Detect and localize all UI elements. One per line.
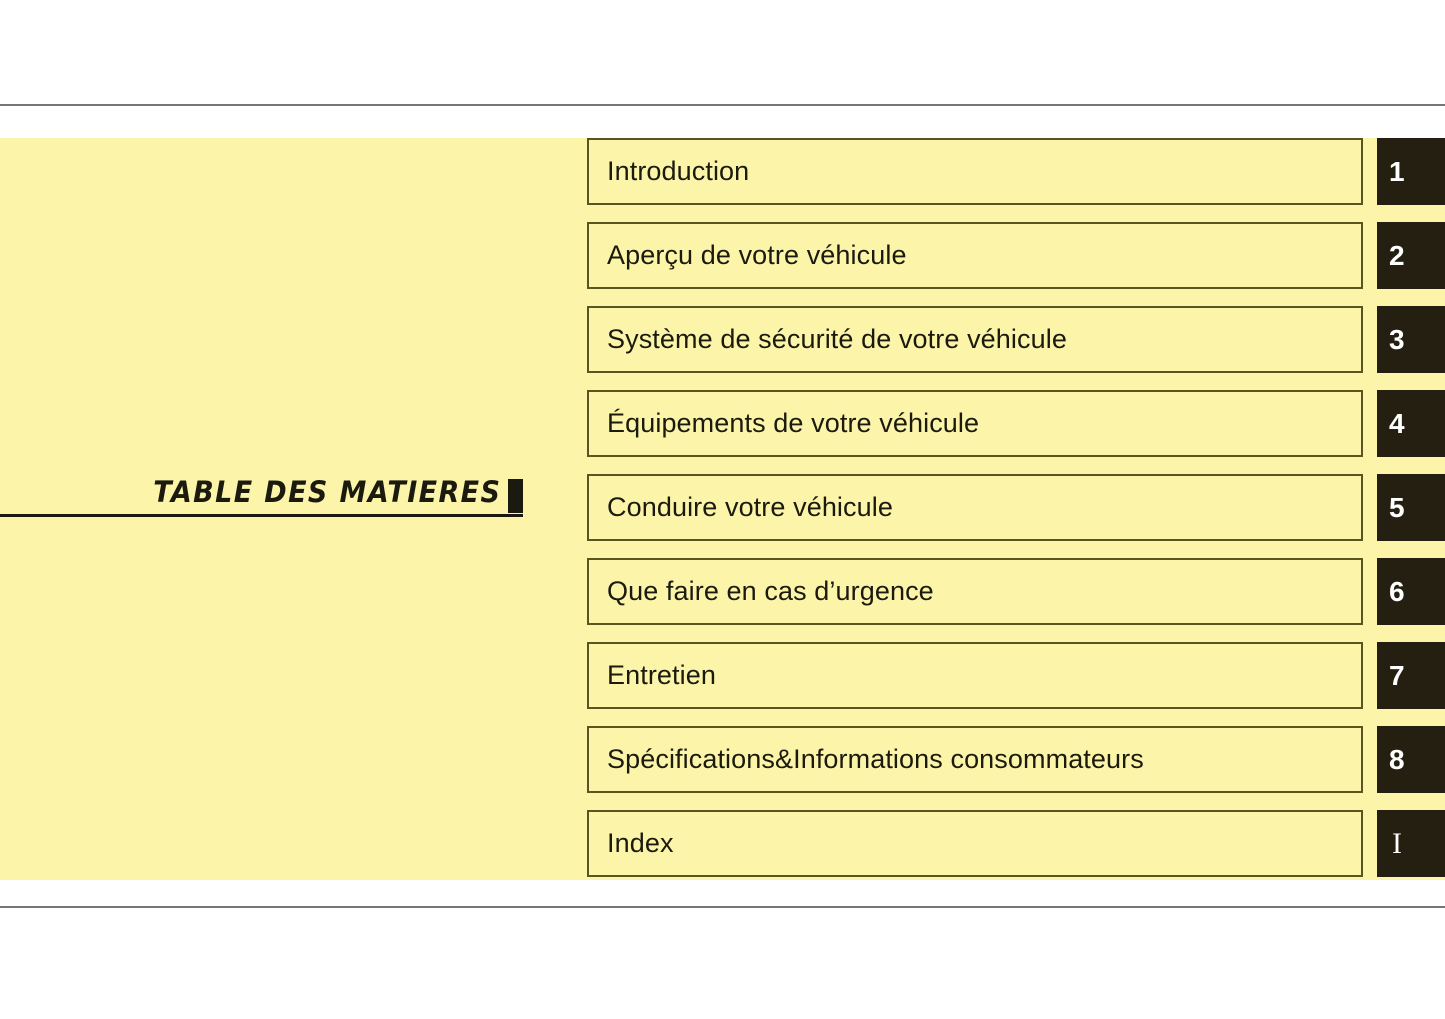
toc-tab-marker[interactable]: 5 <box>1377 474 1445 541</box>
title-underline <box>0 514 523 517</box>
title-marker-square <box>508 479 523 513</box>
toc-entry-9[interactable]: Index <box>587 810 1363 877</box>
toc-tab-marker[interactable]: 2 <box>1377 222 1445 289</box>
toc-entry-label: Système de sécurité de votre véhicule <box>607 324 1067 354</box>
toc-tab-number: 1 <box>1389 155 1405 187</box>
page-title: TABLE DES MATIERES <box>0 455 527 517</box>
toc-entry-label: Introduction <box>607 156 750 186</box>
table-row[interactable]: Introduction 1 <box>587 138 1445 205</box>
toc-tab-number: I <box>1392 826 1402 860</box>
toc-entry-8[interactable]: Spécifications&Informations consommateur… <box>587 726 1363 793</box>
toc-tab-number: 2 <box>1389 239 1405 271</box>
toc-tab-number: 5 <box>1389 491 1405 523</box>
table-row[interactable]: Conduire votre véhicule 5 <box>587 474 1445 541</box>
toc-tab-number: 7 <box>1389 659 1405 691</box>
toc-entry-label: Aperçu de votre véhicule <box>607 240 907 270</box>
toc-tab-number: 6 <box>1389 575 1405 607</box>
toc-tab-marker[interactable]: 8 <box>1377 726 1445 793</box>
toc-tab-marker[interactable]: 7 <box>1377 642 1445 709</box>
table-row[interactable]: Équipements de votre véhicule 4 <box>587 390 1445 457</box>
table-row[interactable]: Entretien 7 <box>587 642 1445 709</box>
toc-tab-number: 4 <box>1389 407 1405 439</box>
table-row[interactable]: Spécifications&Informations consommateur… <box>587 726 1445 793</box>
toc-tab-marker[interactable]: 3 <box>1377 306 1445 373</box>
toc-entry-label: Index <box>607 828 674 858</box>
toc-entry-5[interactable]: Conduire votre véhicule <box>587 474 1363 541</box>
toc-tab-marker[interactable]: 6 <box>1377 558 1445 625</box>
toc-entry-label: Entretien <box>607 660 716 690</box>
table-row[interactable]: Aperçu de votre véhicule 2 <box>587 222 1445 289</box>
toc-entry-label: Spécifications&Informations consommateur… <box>607 744 1144 774</box>
toc-entry-1[interactable]: Introduction <box>587 138 1363 205</box>
toc-tab-marker[interactable]: 4 <box>1377 390 1445 457</box>
toc-entry-2[interactable]: Aperçu de votre véhicule <box>587 222 1363 289</box>
toc-entry-6[interactable]: Que faire en cas d’urgence <box>587 558 1363 625</box>
toc-entry-label: Conduire votre véhicule <box>607 492 893 522</box>
toc-entry-4[interactable]: Équipements de votre véhicule <box>587 390 1363 457</box>
toc-tab-number: 3 <box>1389 323 1405 355</box>
page-rule-top <box>0 104 1445 106</box>
table-row[interactable]: Que faire en cas d’urgence 6 <box>587 558 1445 625</box>
toc-entry-3[interactable]: Système de sécurité de votre véhicule <box>587 306 1363 373</box>
page-title-text: TABLE DES MATIERES <box>152 475 501 509</box>
toc-entry-label: Équipements de votre véhicule <box>607 408 980 438</box>
toc-tab-marker[interactable]: 1 <box>1377 138 1445 205</box>
table-row[interactable]: Système de sécurité de votre véhicule 3 <box>587 306 1445 373</box>
toc-entry-7[interactable]: Entretien <box>587 642 1363 709</box>
toc-list: Introduction 1 Aperçu de votre véhicule 2 Sy… <box>587 138 1445 880</box>
toc-tab-number: 8 <box>1389 743 1405 775</box>
toc-tab-marker[interactable]: I <box>1377 810 1445 877</box>
toc-entry-label: Que faire en cas d’urgence <box>607 576 934 606</box>
table-row[interactable]: Index I <box>587 810 1445 877</box>
page-rule-bottom <box>0 906 1445 908</box>
